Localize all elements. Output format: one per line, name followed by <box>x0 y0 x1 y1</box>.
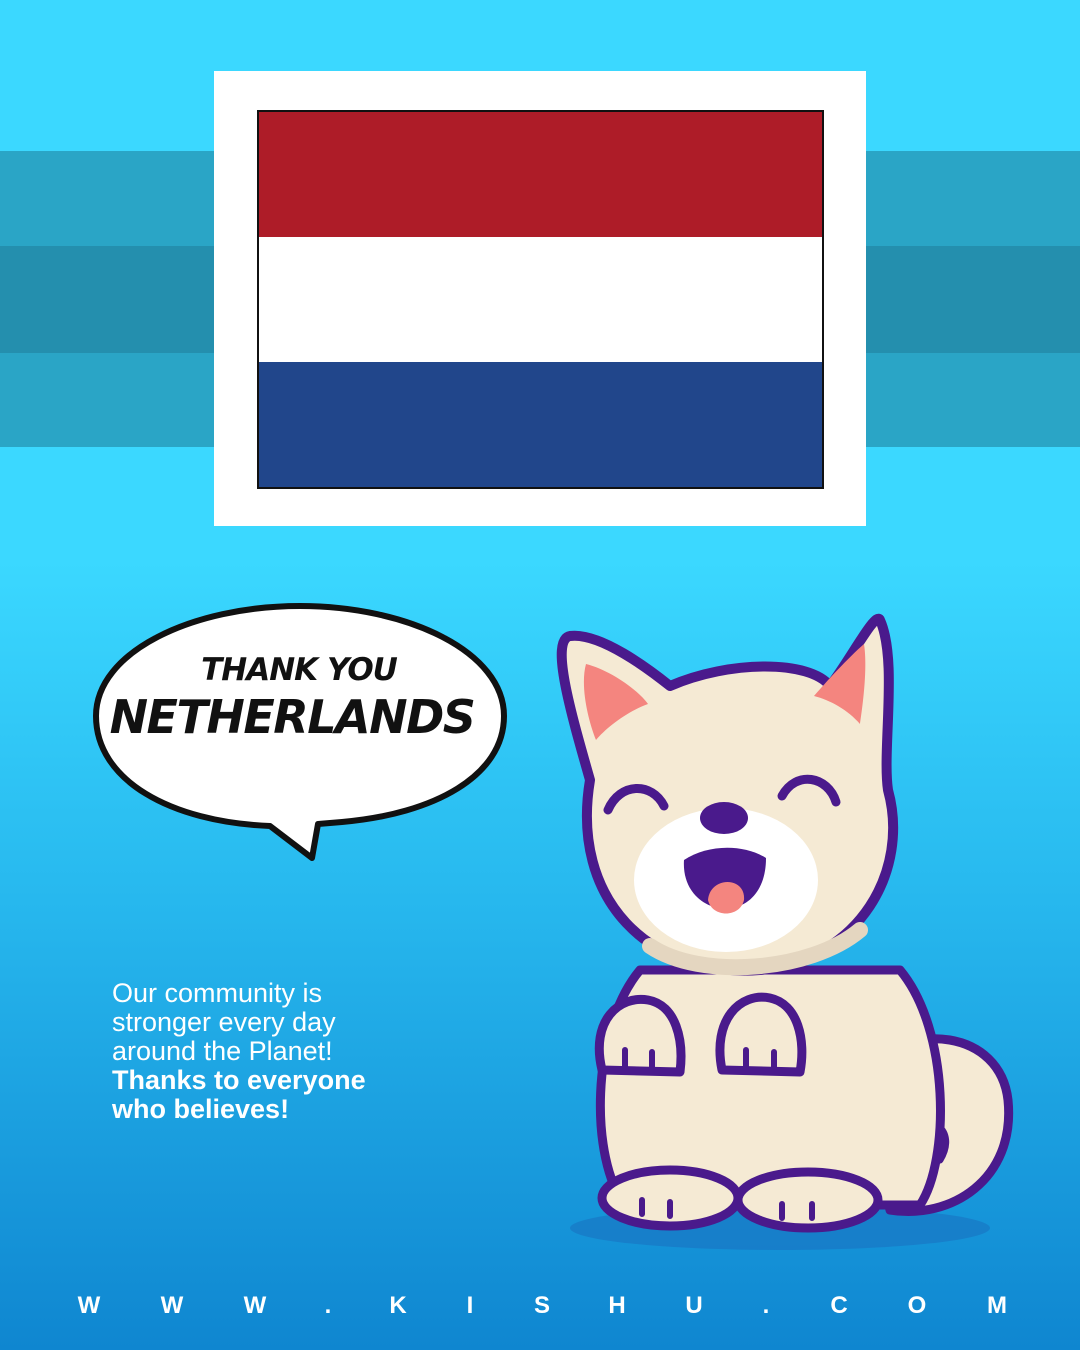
url-character: H <box>608 1292 626 1319</box>
dog-icon <box>556 613 1014 1250</box>
flag-stripe-white <box>259 237 822 362</box>
url-character: W <box>160 1292 184 1319</box>
message-line: stronger every day <box>112 1007 336 1037</box>
message-bold-line: who believes! <box>112 1094 290 1124</box>
url-character: I <box>466 1292 474 1319</box>
url-character: K <box>389 1292 407 1319</box>
flag-stripe-red <box>259 112 822 237</box>
netherlands-flag <box>257 110 824 489</box>
url-character: . <box>324 1292 332 1319</box>
thank-you-label: THANK YOU <box>201 652 398 688</box>
url-character: M <box>987 1292 1007 1319</box>
website-url[interactable]: W W W . K I S H U . C O M <box>0 1290 1080 1322</box>
message-bold-line: Thanks to everyone <box>112 1065 366 1095</box>
message-line: Our community is <box>112 978 323 1008</box>
speech-bubble-text: THANK YOU NETHERLANDS <box>100 650 500 744</box>
country-label: NETHERLANDS <box>109 690 476 744</box>
message-line: around the Planet! <box>112 1036 333 1066</box>
url-character: W <box>77 1292 101 1319</box>
url-character: C <box>830 1292 848 1319</box>
url-character: O <box>907 1292 927 1319</box>
url-character: W <box>243 1292 267 1319</box>
url-character: . <box>762 1292 770 1319</box>
url-character: U <box>685 1292 703 1319</box>
community-message: Our community is stronger every day arou… <box>112 979 442 1124</box>
url-character: S <box>533 1292 550 1319</box>
flag-stripe-blue <box>259 362 822 487</box>
flag-card <box>214 71 866 526</box>
